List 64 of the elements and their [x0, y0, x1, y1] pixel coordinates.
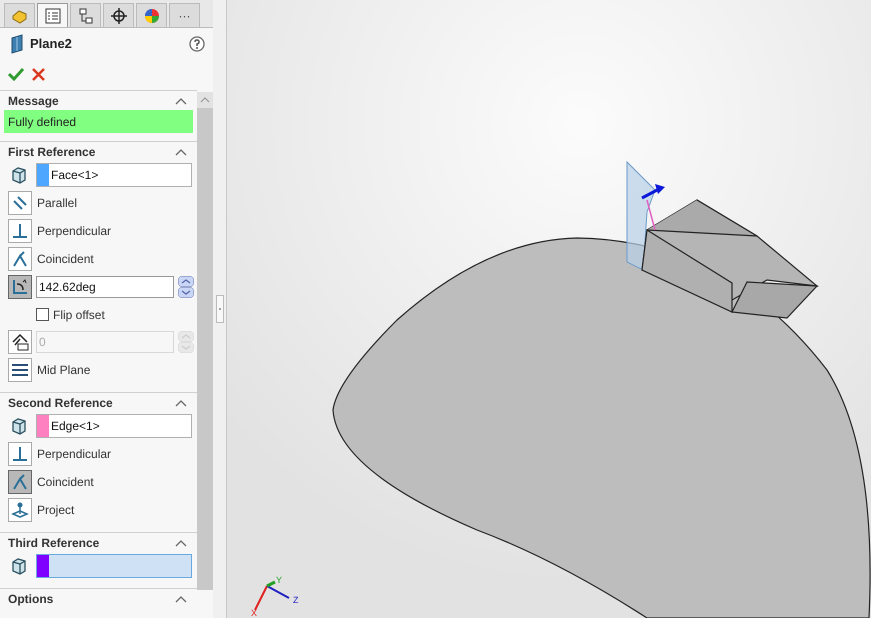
- panel-tab[interactable]: [70, 3, 101, 27]
- perpendicular-icon: [12, 223, 28, 239]
- list-icon: [44, 6, 62, 24]
- option-label: Perpendicular: [37, 446, 112, 463]
- coincident-icon: [12, 474, 28, 490]
- collapse-caret-icon[interactable]: [175, 594, 187, 602]
- field-value: 0: [39, 334, 46, 351]
- face-selection-icon: [10, 166, 28, 184]
- parallel-lines-icon: [12, 195, 28, 211]
- section-title: Options: [8, 590, 54, 608]
- offset-distance-icon: [11, 333, 29, 351]
- option-label: Coincident: [37, 251, 94, 268]
- spinner-buttons[interactable]: [178, 276, 194, 298]
- toggle-button[interactable]: [8, 470, 32, 494]
- coincident-icon: [12, 251, 28, 267]
- ok-checkmark-icon[interactable]: [8, 67, 24, 81]
- section-title: Message: [8, 92, 59, 110]
- section-title: Second Reference: [8, 394, 113, 412]
- collapse-caret-icon[interactable]: [175, 398, 187, 406]
- project-icon: [11, 501, 29, 519]
- cancel-x-icon[interactable]: [32, 68, 45, 80]
- selection-field[interactable]: Edge<1>: [36, 414, 192, 438]
- toggle-button[interactable]: [8, 191, 32, 215]
- feature-title: Plane2: [30, 35, 72, 54]
- toggle-button[interactable]: [8, 358, 32, 382]
- plane-icon: [10, 34, 24, 54]
- section-title: Third Reference: [8, 534, 100, 552]
- angle-icon: [11, 278, 29, 296]
- status-message: Fully defined: [4, 110, 193, 133]
- face-selection-icon: [10, 417, 28, 435]
- crosshair-icon: [110, 6, 128, 24]
- option-label: Mid Plane: [37, 362, 90, 379]
- option-label: Coincident: [37, 474, 94, 491]
- panel-tab[interactable]: ···: [169, 3, 200, 27]
- help-icon[interactable]: [189, 36, 205, 52]
- toggle-button[interactable]: [8, 442, 32, 466]
- toggle-button[interactable]: [8, 498, 32, 522]
- option-label: Parallel: [37, 195, 78, 212]
- panel-tab[interactable]: [103, 3, 134, 27]
- selection-value: Face<1>: [51, 167, 98, 184]
- splitter-handle[interactable]: [216, 295, 224, 323]
- collapse-caret-icon[interactable]: [175, 148, 187, 156]
- selection-value: Edge<1>: [51, 418, 100, 435]
- perpendicular-icon: [12, 446, 28, 462]
- section-title: First Reference: [8, 144, 96, 160]
- tree-icon: [76, 6, 94, 24]
- toggle-button[interactable]: [8, 219, 32, 243]
- field-value: 142.62deg: [39, 279, 96, 296]
- checkbox-label: Flip offset: [53, 306, 105, 324]
- selection-field[interactable]: Face<1>: [36, 163, 192, 187]
- checkbox[interactable]: [36, 308, 49, 321]
- option-label: Perpendicular: [37, 223, 112, 240]
- mid-plane-icon: [11, 362, 29, 378]
- collapse-caret-icon[interactable]: [175, 96, 187, 104]
- toggle-button[interactable]: [8, 247, 32, 271]
- face-selection-icon: [10, 557, 28, 575]
- axis-triad-drawing: X Y Z: [249, 574, 303, 618]
- color-wheel-icon: [142, 6, 160, 24]
- collapse-caret-icon[interactable]: [175, 538, 187, 546]
- panel-tab[interactable]: [37, 3, 68, 27]
- value-field[interactable]: 142.62deg: [36, 276, 174, 298]
- option-label: Project: [37, 502, 74, 519]
- toggle-button[interactable]: [8, 275, 32, 299]
- selection-field[interactable]: [36, 554, 192, 578]
